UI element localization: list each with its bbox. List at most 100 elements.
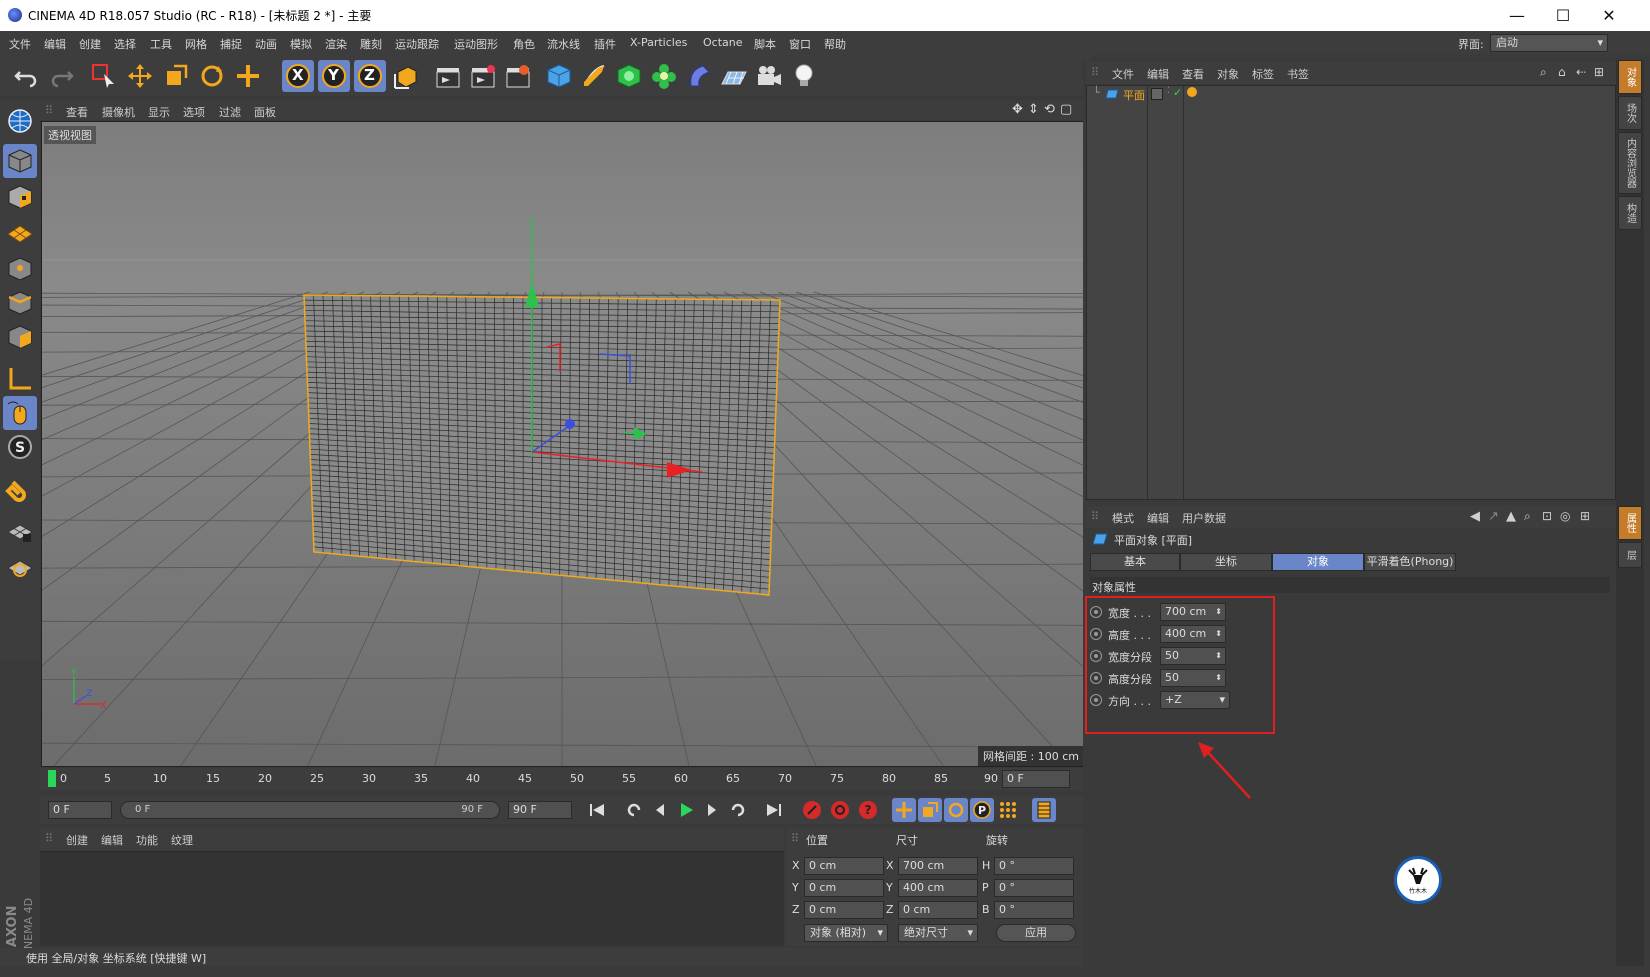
render-picture-viewer-button[interactable] — [467, 60, 499, 92]
render-settings-button[interactable] — [502, 60, 534, 92]
list-item[interactable]: └ 平面 ⁚ ✓ — [1087, 86, 1615, 102]
scale-tool-button[interactable] — [160, 60, 192, 92]
perspective-viewport[interactable]: Y Z X — [41, 121, 1089, 767]
tab-coordinates[interactable]: 坐标 — [1180, 553, 1272, 571]
position-y-field[interactable]: 0 cm — [804, 879, 884, 897]
cloner-button[interactable] — [648, 60, 680, 92]
attribute-menu-mode[interactable]: 模式 — [1112, 510, 1134, 526]
rotation-p-field[interactable]: 0 ° — [994, 879, 1074, 897]
axis-mode-button[interactable] — [3, 362, 37, 396]
up-arrow-icon[interactable]: ▲ — [1506, 509, 1516, 524]
position-z-field[interactable]: 0 cm — [804, 901, 884, 919]
record-scale-toggle[interactable] — [918, 798, 942, 822]
frame-range-slider[interactable]: 0 F 90 F — [120, 801, 500, 819]
minimize-button[interactable]: — — [1494, 0, 1540, 31]
locked-workplane-button[interactable] — [3, 550, 37, 584]
floor-button[interactable] — [718, 60, 750, 92]
drag-handle-icon[interactable]: ⠿ — [45, 832, 53, 845]
menu-select[interactable]: 选择 — [114, 36, 136, 52]
viewport-rotate-icon[interactable]: ⟲ — [1044, 102, 1055, 117]
edges-mode-button[interactable] — [3, 286, 37, 320]
snap-toggle-button[interactable] — [3, 472, 37, 506]
rotation-h-field[interactable]: 0 ° — [994, 857, 1074, 875]
rotate-tool-button[interactable] — [196, 60, 228, 92]
menu-x-particles[interactable]: X-Particles — [630, 36, 687, 49]
record-keyframe-button[interactable] — [800, 798, 824, 822]
menu-window[interactable]: 窗口 — [789, 36, 811, 52]
object-name[interactable]: 平面 — [1123, 87, 1145, 103]
undo-button[interactable] — [10, 60, 42, 92]
play-button[interactable] — [674, 798, 698, 822]
menu-mograph[interactable]: 运动图形 — [454, 36, 498, 52]
viewport-view-label[interactable]: 透视视图 — [44, 126, 96, 144]
object-menu-objects[interactable]: 对象 — [1217, 66, 1239, 82]
arrow-icon[interactable]: ⇠ — [1576, 65, 1586, 79]
record-parameter-toggle[interactable]: P — [970, 798, 994, 822]
viewport-menu-filter[interactable]: 过滤 — [219, 104, 241, 120]
drag-handle-icon[interactable]: ⠿ — [45, 104, 53, 117]
points-mode-button[interactable] — [3, 252, 37, 286]
visibility-dots-icon[interactable]: ⁚ — [1167, 86, 1170, 96]
keyframe-selection-button[interactable]: ? — [856, 798, 880, 822]
menu-octane[interactable]: Octane — [703, 36, 743, 49]
previous-frame-button[interactable] — [648, 798, 672, 822]
workplane-mode-button[interactable] — [3, 214, 37, 248]
live-selection-button[interactable] — [88, 60, 120, 92]
viewport-menu-display[interactable]: 显示 — [148, 104, 170, 120]
menu-edit[interactable]: 编辑 — [44, 36, 66, 52]
tweak-mode-button[interactable] — [3, 396, 37, 430]
menu-file[interactable]: 文件 — [9, 36, 31, 52]
back-arrow-icon[interactable]: ◀ — [1470, 509, 1480, 524]
object-menu-edit[interactable]: 编辑 — [1147, 66, 1169, 82]
layout-dropdown[interactable]: 启动 ▾ — [1490, 34, 1608, 52]
start-frame-field[interactable]: 0 F — [48, 801, 112, 819]
size-mode-dropdown[interactable]: 绝对尺寸 ▾ — [898, 924, 978, 942]
subdivision-surface-button[interactable] — [613, 60, 645, 92]
rotation-b-field[interactable]: 0 ° — [994, 901, 1074, 919]
pen-spline-button[interactable] — [578, 60, 610, 92]
side-tab-structure[interactable]: 构造 — [1618, 196, 1642, 230]
viewport-menu-panel[interactable]: 面板 — [254, 104, 276, 120]
drag-handle-icon[interactable]: ⠿ — [1091, 510, 1099, 523]
workplane-lock-button[interactable] — [3, 514, 37, 548]
object-menu-tags[interactable]: 标签 — [1252, 66, 1274, 82]
solo-mode-button[interactable]: S — [3, 430, 37, 464]
make-editable-button[interactable] — [3, 104, 37, 138]
record-position-toggle[interactable] — [892, 798, 916, 822]
tab-phong[interactable]: 平滑着色(Phong) — [1364, 553, 1456, 571]
close-button[interactable]: ✕ — [1586, 0, 1632, 31]
menu-mesh[interactable]: 网格 — [185, 36, 207, 52]
side-tab-attributes[interactable]: 属性 — [1618, 506, 1642, 540]
viewport-dolly-icon[interactable]: ⇕ — [1028, 102, 1039, 117]
model-mode-button[interactable] — [3, 144, 37, 178]
menu-sculpt[interactable]: 雕刻 — [360, 36, 382, 52]
menu-simulate[interactable]: 模拟 — [290, 36, 312, 52]
menu-animate[interactable]: 动画 — [255, 36, 277, 52]
material-list-area[interactable] — [40, 851, 784, 946]
object-menu-file[interactable]: 文件 — [1112, 66, 1134, 82]
polygons-mode-button[interactable] — [3, 320, 37, 354]
material-menu-texture[interactable]: 纹理 — [171, 832, 193, 848]
side-tab-takes[interactable]: 场次 — [1618, 96, 1642, 130]
layer-icon[interactable] — [1151, 88, 1163, 100]
deformer-button[interactable] — [683, 60, 715, 92]
apply-button[interactable]: 应用 — [996, 924, 1076, 942]
new-window-icon[interactable]: ⊞ — [1594, 65, 1604, 79]
recent-tool-button[interactable] — [232, 60, 264, 92]
coordinate-system-button[interactable] — [390, 60, 422, 92]
viewport-pan-icon[interactable]: ✥ — [1012, 102, 1023, 117]
search-icon[interactable]: ⌕ — [1540, 65, 1547, 80]
menu-create[interactable]: 创建 — [79, 36, 101, 52]
previous-keyframe-button[interactable] — [622, 798, 646, 822]
playhead-marker[interactable] — [48, 770, 56, 787]
forward-arrow-icon[interactable]: ↗ — [1488, 509, 1499, 524]
lock-icon[interactable]: ⊡ — [1542, 509, 1552, 523]
maximize-button[interactable]: ☐ — [1540, 0, 1586, 31]
position-x-field[interactable]: 0 cm — [804, 857, 884, 875]
size-z-field[interactable]: 0 cm — [898, 901, 978, 919]
timeline-ruler[interactable]: 0 5 10 15 20 25 30 35 40 45 50 55 60 65 … — [40, 768, 1090, 790]
viewport-maximize-icon[interactable]: ▢ — [1060, 102, 1072, 117]
tag-icon[interactable] — [1187, 87, 1197, 97]
camera-button[interactable] — [753, 60, 785, 92]
size-x-field[interactable]: 700 cm — [898, 857, 978, 875]
